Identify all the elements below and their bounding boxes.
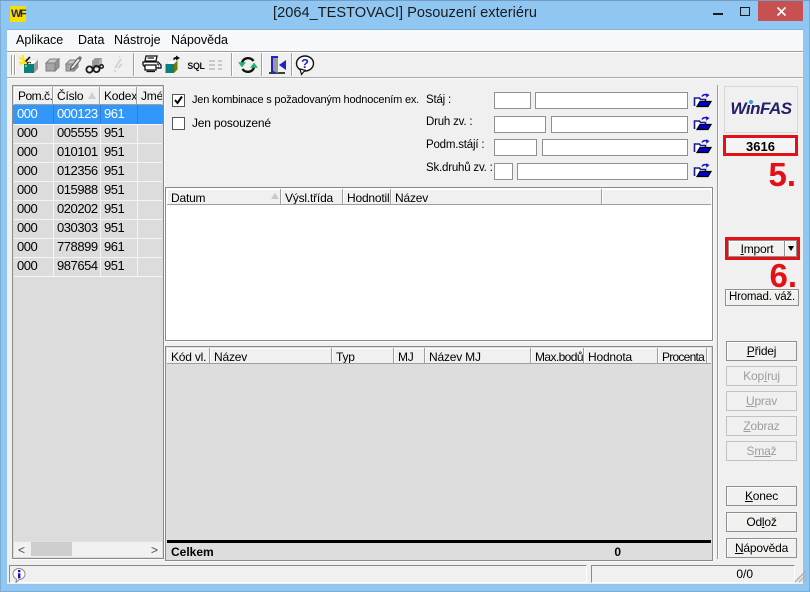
svg-text:?: ? [301,56,309,71]
svg-text:SQL: SQL [187,61,205,71]
